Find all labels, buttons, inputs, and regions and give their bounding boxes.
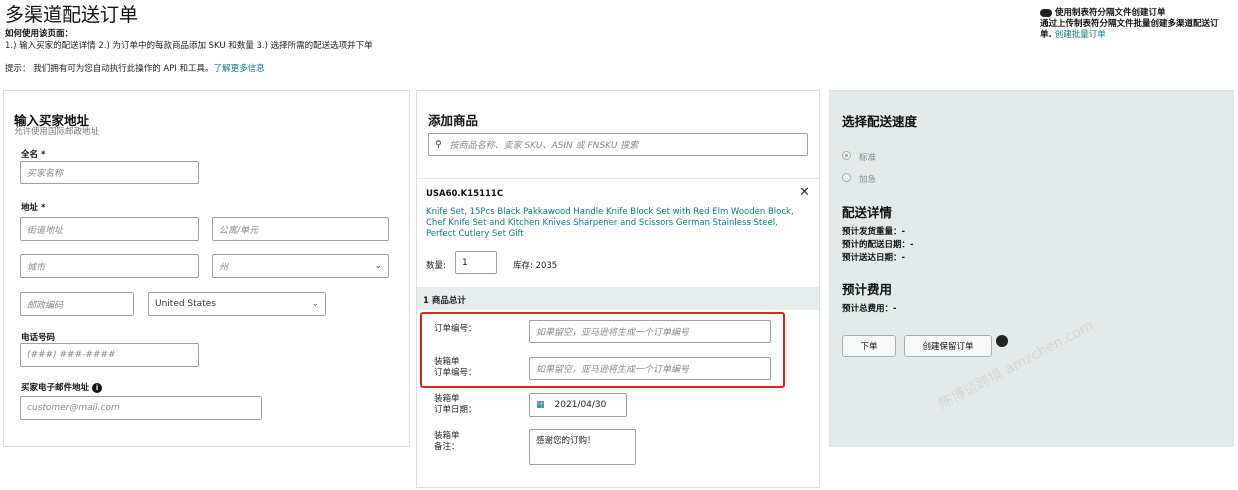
search-icon: ⚲ (435, 139, 442, 150)
stock-value: 2035 (535, 261, 558, 271)
stock-label-text: 库存: (513, 261, 533, 271)
divider (417, 178, 819, 179)
remove-item-close-icon[interactable]: ✕ (799, 185, 810, 200)
note-textarea[interactable]: 感谢您的订购！ (529, 429, 636, 465)
apt-input[interactable]: 公寓/单元 (212, 217, 389, 241)
zip-input[interactable]: 邮政编码 (20, 292, 134, 316)
create-bulk-order-link[interactable]: 创建批量订单 (1055, 30, 1106, 40)
email-label: 买家电子邮件地址 i (21, 381, 103, 393)
fullname-label: 全名 * (21, 150, 46, 160)
cloud-upload-icon (1040, 8, 1052, 17)
item-title-link[interactable]: Knife Set, 15Pcs Black Pakkawood Handle … (426, 207, 806, 240)
packing-date-label-1: 装箱单 (434, 394, 460, 404)
tip-prefix: 提示： 我们拥有可为您自动执行此操作的 API 和工具。 (5, 64, 214, 74)
email-label-text: 买家电子邮件地址 (21, 383, 90, 393)
add-products-panel: 添加商品 ⚲ 按商品名称、卖家 SKU、ASIN 或 FNSKU 搜索 USA60… (416, 90, 820, 488)
packing-date-input[interactable]: ▦ 2021/04/30 (529, 393, 627, 417)
stock-label: 库存: 2035 (513, 259, 557, 271)
country-value: United States (155, 299, 216, 309)
packing-no-label: 装箱单 订单编号： (434, 357, 477, 379)
qty-label: 数量: (426, 261, 446, 271)
radio-standard[interactable]: 标准 (842, 145, 876, 164)
radio-expedited[interactable]: 加急 (842, 167, 876, 186)
learn-more-link[interactable]: 了解更多信息 (214, 64, 265, 74)
product-search-input[interactable]: ⚲ 按商品名称、卖家 SKU、ASIN 或 FNSKU 搜索 (428, 133, 808, 156)
chevron-down-icon: ⌄ (374, 261, 382, 271)
radio-expedited-control[interactable] (842, 173, 851, 182)
radio-standard-control[interactable] (842, 151, 851, 160)
shipping-panel: 选择配送速度 标准 加急 配送详情 预计发货重量：- 预计的配送日期：- 预计送… (829, 90, 1234, 447)
street-input[interactable]: 街道地址 (20, 217, 199, 241)
chevron-down-icon: ⌄ (311, 299, 319, 309)
shipping-details-heading: 配送详情 (842, 205, 893, 220)
shipping-speed-heading: 选择配送速度 (842, 114, 918, 129)
page-title: 多渠道配送订单 (5, 4, 139, 26)
bulk-heading: 使用制表符分隔文件创建订单 (1055, 8, 1166, 18)
packing-no-label-1: 装箱单 (434, 357, 460, 367)
city-input[interactable]: 城市 (20, 254, 199, 278)
packing-no-label-2: 订单编号： (434, 368, 477, 378)
state-value: 州 (219, 262, 229, 273)
packing-date-label-2: 订单日期： (434, 405, 477, 415)
products-heading: 添加商品 (428, 113, 479, 128)
packing-no-input[interactable]: 如果留空，亚马逊将生成一个订单编号 (529, 357, 771, 380)
bulk-upload-box: 使用制表符分隔文件创建订单 通过上传制表符分隔文件批量创建多渠道配送订 单. 创… (1040, 8, 1235, 41)
place-order-button[interactable]: 下单 (842, 335, 896, 357)
item-sku: USA60.K15111C (426, 189, 504, 199)
phone-input[interactable]: (###) ###-#### (20, 343, 199, 367)
info-icon[interactable]: i (92, 382, 103, 393)
note-label: 装箱单 备注： (434, 431, 460, 453)
ship-weight: 预计发货重量：- (842, 227, 906, 237)
watermark: 陈博谈跨境 amzchen.com (936, 317, 1097, 413)
address-label: 地址 * (21, 203, 46, 213)
bulk-text: 通过上传制表符分隔文件批量创建多渠道配送订 (1040, 19, 1219, 29)
total-cost: 预计总费用：- (842, 304, 897, 314)
steps-text: 1.) 输入买家的配送详情 2.) 为订单中的每款商品添加 SKU 和数量 3.… (5, 41, 373, 51)
info-icon[interactable] (996, 335, 1008, 347)
packing-date-value: 2021/04/30 (554, 400, 607, 410)
search-placeholder: 按商品名称、卖家 SKU、ASIN 或 FNSKU 搜索 (449, 141, 639, 151)
note-label-2: 备注： (434, 442, 460, 452)
cost-heading: 预计费用 (842, 282, 893, 297)
order-no-label: 订单编号： (434, 324, 477, 334)
ship-date: 预计的配送日期：- (842, 240, 914, 250)
total-band (417, 287, 819, 310)
radio-standard-label: 标准 (859, 153, 877, 163)
radio-expedited-label: 加急 (859, 175, 877, 185)
order-no-input[interactable]: 如果留空，亚马逊将生成一个订单编号 (529, 320, 771, 343)
qty-input[interactable]: 1 (455, 251, 497, 274)
tip-text: 提示： 我们拥有可为您自动执行此操作的 API 和工具。了解更多信息 (5, 62, 265, 74)
calendar-icon[interactable]: ▦ (536, 400, 545, 410)
total-label: 1 商品总计 (423, 296, 466, 306)
bulk-text2: 单. (1040, 30, 1055, 40)
email-input[interactable]: customer@mail.com (20, 396, 262, 420)
fullname-input[interactable]: 买家名称 (20, 161, 199, 184)
phone-label: 电话号码 (21, 333, 56, 343)
buyer-address-panel: 输入买家地址 允许使用国际邮政地址 全名 * 买家名称 地址 * 街道地址 公寓… (3, 90, 410, 447)
packing-date-label: 装箱单 订单日期： (434, 394, 477, 416)
arrive-date: 预计送达日期：- (842, 253, 906, 263)
create-hold-order-button[interactable]: 创建保留订单 (904, 335, 992, 357)
howto-label: 如何使用该页面： (5, 29, 74, 39)
address-subtitle: 允许使用国际邮政地址 (14, 127, 100, 137)
note-label-1: 装箱单 (434, 431, 460, 441)
state-select[interactable]: 州 ⌄ (212, 254, 389, 278)
country-select[interactable]: United States ⌄ (148, 292, 326, 316)
